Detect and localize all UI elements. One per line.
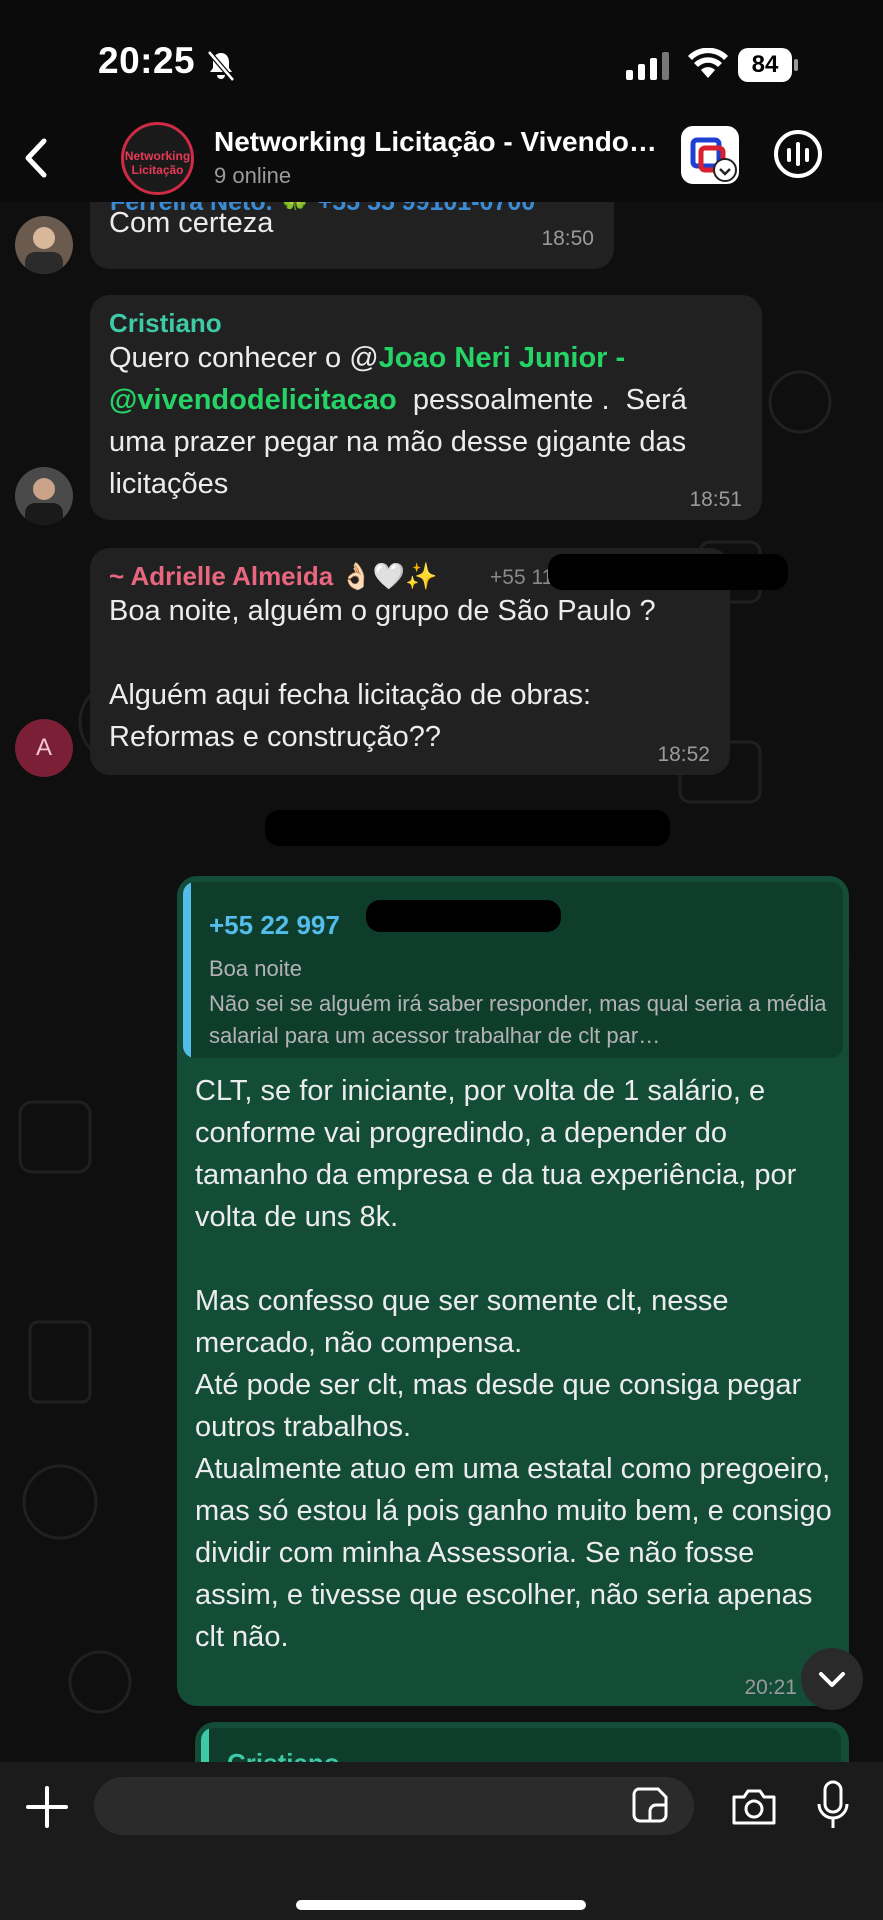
- message-time: 20:21: [744, 1676, 797, 1699]
- message-bubble[interactable]: Cristiano Quero conhecer o @Joao Neri Ju…: [90, 295, 762, 520]
- chevron-left-icon[interactable]: [20, 135, 54, 181]
- avatar-line1: Networking: [124, 149, 191, 163]
- avatar[interactable]: A: [15, 719, 73, 777]
- message-text: Quero conhecer o @Joao Neri Junior - @vi…: [109, 337, 745, 505]
- signal-icon: [626, 52, 669, 80]
- avatar-letter: A: [35, 734, 52, 761]
- message-input[interactable]: [94, 1777, 694, 1835]
- chat-title[interactable]: Networking Licitação - Vivendo…: [214, 126, 664, 158]
- quote-sender: Cristiano: [227, 1748, 340, 1762]
- group-avatar[interactable]: Networking Licitação: [121, 122, 194, 195]
- quote-line1: Boa noite: [209, 956, 302, 981]
- avatar-line2: Licitação: [131, 163, 184, 177]
- message-text: CLT, se for iniciante, por volta de 1 sa…: [195, 1075, 832, 1653]
- message-time: 18:51: [689, 488, 742, 511]
- message-time: 18:52: [657, 743, 710, 766]
- home-indicator: [296, 1900, 586, 1910]
- status-time: 20:25: [98, 40, 196, 81]
- avatar[interactable]: [15, 467, 73, 525]
- voice-chat-icon[interactable]: [772, 128, 824, 180]
- message-text: Com certeza: [109, 207, 274, 239]
- sender-phone: +55 11: [490, 566, 554, 589]
- quote-sender: +55 22 997: [209, 910, 340, 940]
- redaction: [548, 554, 788, 590]
- message-time: 18:50: [541, 227, 594, 250]
- wifi-icon: [688, 48, 728, 78]
- mic-icon[interactable]: [816, 1780, 850, 1832]
- quote-line2: Não sei se alguém irá saber responder, m…: [209, 991, 827, 1048]
- redaction: [265, 810, 670, 846]
- avatar[interactable]: [15, 216, 73, 274]
- scroll-down-button[interactable]: [801, 1648, 863, 1710]
- reply-quote[interactable]: Cristiano: [201, 1728, 841, 1762]
- bell-slash-icon: [207, 50, 235, 82]
- quote-bar: [183, 882, 191, 1058]
- quote-bar: [201, 1728, 209, 1762]
- sender-name: Cristiano: [109, 308, 222, 338]
- camera-icon[interactable]: [730, 1785, 778, 1827]
- battery-level: 84: [751, 51, 779, 78]
- message-bubble[interactable]: Ferreira Neto. 🍀 +55 55 99101-0700 Com c…: [90, 202, 614, 269]
- message-text-before: Quero conhecer o @: [109, 342, 379, 374]
- message-list[interactable]: Ferreira Neto. 🍀 +55 55 99101-0700 Com c…: [0, 202, 883, 1762]
- sticker-icon[interactable]: [630, 1785, 670, 1825]
- chevron-down-icon: [819, 1672, 845, 1687]
- app-shortcut-icon[interactable]: [681, 126, 739, 184]
- message-text: Boa noite, alguém o grupo de São Paulo ?…: [109, 595, 656, 753]
- message-bubble-outgoing[interactable]: +55 22 997 Boa noite Não sei se alguém i…: [177, 876, 849, 1706]
- plus-icon[interactable]: [24, 1784, 70, 1830]
- message-bubble-outgoing[interactable]: Cristiano: [195, 1722, 849, 1762]
- redaction: [366, 900, 561, 932]
- online-count: 9 online: [214, 163, 292, 188]
- sender-name: ~ Adrielle Almeida 👌🏻🤍✨: [109, 561, 438, 591]
